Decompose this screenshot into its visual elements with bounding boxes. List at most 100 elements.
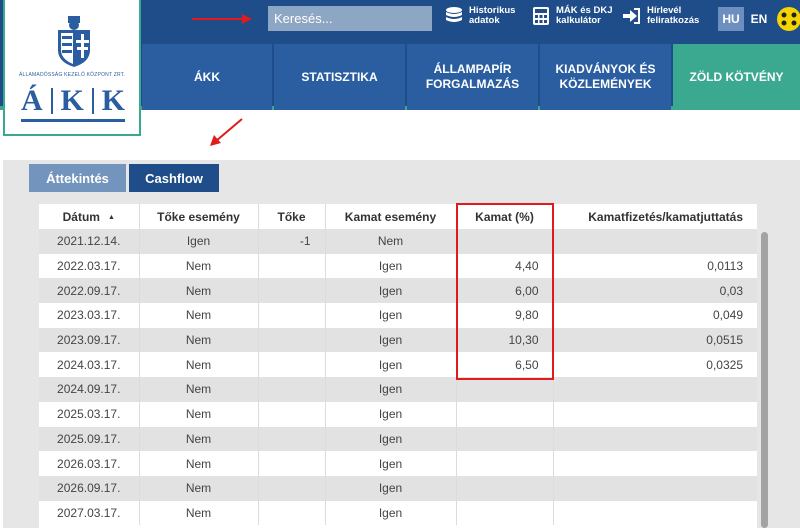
cell-principal-event: Nem (139, 475, 259, 501)
cell-principal (258, 500, 326, 526)
cell-date: 2025.09.17. (39, 426, 140, 452)
table-row: 2027.03.17. Nem Igen (39, 500, 757, 526)
table-row: 2022.09.17. Nem Igen 6,00 0,03 (39, 278, 757, 304)
newsletter-link[interactable]: Hírlevél feliratkozás (622, 6, 699, 26)
cell-interest-payment (553, 229, 757, 254)
search-input[interactable] (268, 6, 432, 31)
sign-in-icon (623, 8, 640, 24)
table-row: 2025.09.17. Nem Igen (39, 426, 757, 452)
cell-interest-event: Igen (325, 475, 457, 501)
cell-principal: -1 (258, 229, 326, 254)
historical-data-line2: adatok (469, 15, 500, 26)
table-row: 2026.03.17. Nem Igen (39, 451, 757, 476)
database-icon (446, 7, 462, 22)
logo-letter: Á (21, 84, 43, 117)
nav-statistics[interactable]: STATISZTIKA (274, 44, 405, 110)
cell-interest-rate (456, 426, 554, 452)
cell-interest-rate (456, 451, 554, 476)
cell-date: 2021.12.14. (39, 229, 140, 254)
annotation-arrow-tab (210, 118, 243, 146)
cell-interest-payment (553, 377, 757, 402)
nav-publications[interactable]: KIADVÁNYOK ÉS KÖZLEMÉNYEK (540, 44, 671, 110)
logo-org-text: ÁLLAMADÓSSÁG KEZELŐ KÖZPONT ZRT. (19, 72, 125, 78)
annotation-arrow-search (192, 14, 252, 24)
cell-interest-event: Igen (325, 451, 457, 476)
historical-data-link[interactable]: Historikus adatok (444, 6, 515, 26)
logo-letters: Á K K (21, 84, 125, 118)
cell-principal (258, 327, 326, 353)
scrollbar-thumb[interactable] (761, 232, 768, 528)
cell-date: 2024.03.17. (39, 352, 140, 378)
cell-interest-payment: 0,0325 (553, 352, 757, 378)
logo-letter: K (101, 84, 125, 117)
tab-overview[interactable]: Áttekintés (29, 164, 126, 192)
calculator-icon (533, 7, 549, 25)
nav-label: FORGALMAZÁS (425, 77, 520, 91)
cell-principal-event: Nem (139, 377, 259, 402)
akk-logo[interactable]: ÁLLAMADÓSSÁG KEZELŐ KÖZPONT ZRT. Á K K (3, 0, 141, 136)
newsletter-line2: feliratkozás (647, 15, 700, 26)
column-header-principal[interactable]: Tőke (258, 204, 326, 229)
cell-date: 2023.03.17. (39, 303, 140, 328)
cell-interest-event: Igen (325, 352, 457, 378)
column-header-interest-event[interactable]: Kamat esemény (325, 204, 457, 229)
cell-interest-event: Igen (325, 426, 457, 452)
cell-interest-event: Igen (325, 500, 457, 526)
table-row: 2023.09.17. Nem Igen 10,30 0,0515 (39, 327, 757, 353)
nav-label: KIADVÁNYOK ÉS (555, 62, 656, 76)
cell-interest-event: Igen (325, 377, 457, 402)
cell-principal (258, 401, 326, 427)
table-row: 2024.09.17. Nem Igen (39, 377, 757, 402)
table-row: 2025.03.17. Nem Igen (39, 401, 757, 427)
cell-date: 2027.03.17. (39, 500, 140, 526)
cell-principal-event: Nem (139, 451, 259, 476)
calculator-link[interactable]: MÁK és DKJ kalkulátor (531, 6, 613, 26)
cell-principal (258, 475, 326, 501)
tab-cashflow[interactable]: Cashflow (129, 164, 219, 192)
table-row: 2023.03.17. Nem Igen 9,80 0,049 (39, 303, 757, 328)
cell-date: 2022.09.17. (39, 278, 140, 304)
column-header-date[interactable]: Dátum ▲ (39, 204, 140, 229)
accessibility-icon[interactable] (776, 6, 800, 32)
cell-interest-payment: 0,049 (553, 303, 757, 328)
cell-interest-event: Igen (325, 253, 457, 279)
cell-date: 2023.09.17. (39, 327, 140, 353)
cell-principal-event: Igen (139, 229, 259, 254)
cell-interest-rate (456, 500, 554, 526)
lang-hu-button[interactable]: HU (718, 7, 744, 31)
cell-principal-event: Nem (139, 278, 259, 304)
cell-interest-event: Igen (325, 303, 457, 328)
cell-principal (258, 303, 326, 328)
cell-interest-rate (456, 377, 554, 402)
cell-interest-payment: 0,0515 (553, 327, 757, 353)
cell-interest-event: Igen (325, 327, 457, 353)
logo-separator (50, 88, 53, 114)
logo-letter: K (60, 84, 84, 117)
cell-date: 2026.03.17. (39, 451, 140, 476)
table-row: 2021.12.14. Igen -1 Nem (39, 229, 757, 254)
cell-interest-payment (553, 401, 757, 427)
cell-date: 2025.03.17. (39, 401, 140, 427)
cell-principal (258, 253, 326, 279)
column-header-interest-payment[interactable]: Kamatfizetés/kamatjuttatás (553, 204, 757, 229)
nav-label: ÁLLAMPAPÍR (433, 62, 512, 76)
nav-securities-trading[interactable]: ÁLLAMPAPÍR FORGALMAZÁS (407, 44, 538, 110)
cell-date: 2026.09.17. (39, 475, 140, 501)
nav-akk[interactable]: ÁKK (142, 44, 272, 110)
cell-principal (258, 377, 326, 402)
cell-principal (258, 278, 326, 304)
table-row: 2026.09.17. Nem Igen (39, 475, 757, 501)
cell-interest-payment: 0,0113 (553, 253, 757, 279)
cell-interest-payment (553, 500, 757, 526)
cashflow-table: Dátum ▲ Tőke esemény Tőke Kamat esemény K… (39, 204, 757, 528)
cell-interest-payment (553, 426, 757, 452)
lang-en-button[interactable]: EN (748, 7, 770, 31)
sort-asc-icon: ▲ (107, 213, 115, 221)
table-row: 2022.03.17. Nem Igen 4,40 0,0113 (39, 253, 757, 279)
coat-of-arms-icon (58, 16, 90, 67)
column-header-principal-event[interactable]: Tőke esemény (139, 204, 259, 229)
cell-principal-event: Nem (139, 327, 259, 353)
cell-principal-event: Nem (139, 426, 259, 452)
nav-green-bond[interactable]: ZÖLD KÖTVÉNY (673, 44, 800, 110)
nav-label: STATISZTIKA (301, 69, 378, 84)
